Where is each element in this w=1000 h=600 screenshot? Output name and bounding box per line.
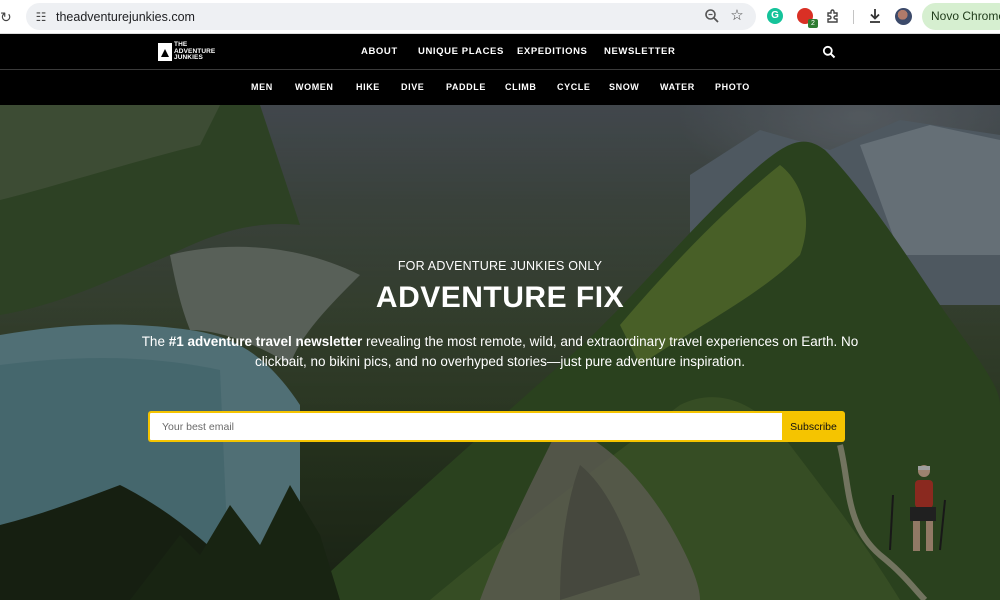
main-navigation: ABOUT UNIQUE PLACES EXPEDITIONS NEWSLETT… [0, 34, 1000, 70]
nav-expeditions[interactable]: EXPEDITIONS [517, 46, 587, 58]
extension-badge: 2 [808, 19, 818, 28]
email-input[interactable] [148, 411, 782, 442]
hero-section: FOR ADVENTURE JUNKIES ONLY ADVENTURE FIX… [0, 105, 1000, 600]
search-icon[interactable] [822, 45, 836, 59]
nav-unique-places[interactable]: UNIQUE PLACES [418, 46, 504, 58]
category-dive[interactable]: DIVE [401, 82, 424, 93]
address-bar[interactable]: ☷ theadventurejunkies.com ☆ [26, 3, 756, 30]
nav-newsletter[interactable]: NEWSLETTER [604, 46, 675, 58]
hero-description: The #1 adventure travel newsletter revea… [125, 332, 875, 372]
category-women[interactable]: WOMEN [295, 82, 334, 93]
category-hike[interactable]: HIKE [356, 82, 380, 93]
category-paddle[interactable]: PADDLE [446, 82, 486, 93]
newsletter-signup-form: Subscribe [148, 411, 845, 442]
category-water[interactable]: WATER [660, 82, 695, 93]
download-icon[interactable] [867, 7, 883, 25]
profile-avatar[interactable] [895, 8, 912, 25]
browser-toolbar: ↻ ☷ theadventurejunkies.com ☆ G 2 Novo C… [0, 0, 1000, 34]
category-navigation: MEN WOMEN HIKE DIVE PADDLE CLIMB CYCLE S… [0, 70, 1000, 105]
extension-icon[interactable]: 2 [797, 8, 818, 28]
category-men[interactable]: MEN [251, 82, 273, 93]
zoom-icon[interactable] [704, 8, 720, 24]
extensions-puzzle-icon[interactable] [825, 8, 841, 24]
nav-about[interactable]: ABOUT [361, 46, 398, 58]
profile-pill-button[interactable]: Novo Chrome d [922, 3, 1000, 30]
description-lead: The [141, 334, 169, 349]
site-header: THE ADVENTURE JUNKIES ABOUT UNIQUE PLACE… [0, 34, 1000, 70]
hero-headline: ADVENTURE FIX [375, 281, 625, 314]
bookmark-star-icon[interactable]: ☆ [728, 7, 746, 25]
url-text[interactable]: theadventurejunkies.com [56, 9, 195, 25]
category-photo[interactable]: PHOTO [715, 82, 750, 93]
grammarly-extension-icon[interactable]: G [767, 8, 783, 24]
toolbar-separator [853, 10, 854, 24]
hero-kicker: FOR ADVENTURE JUNKIES ONLY [397, 259, 603, 273]
category-snow[interactable]: SNOW [609, 82, 639, 93]
category-cycle[interactable]: CYCLE [557, 82, 591, 93]
reload-icon[interactable]: ↻ [0, 8, 14, 26]
description-highlight: #1 adventure travel newsletter [168, 334, 363, 349]
category-climb[interactable]: CLIMB [505, 82, 537, 93]
subscribe-button[interactable]: Subscribe [782, 411, 845, 442]
site-info-icon[interactable]: ☷ [32, 8, 50, 26]
